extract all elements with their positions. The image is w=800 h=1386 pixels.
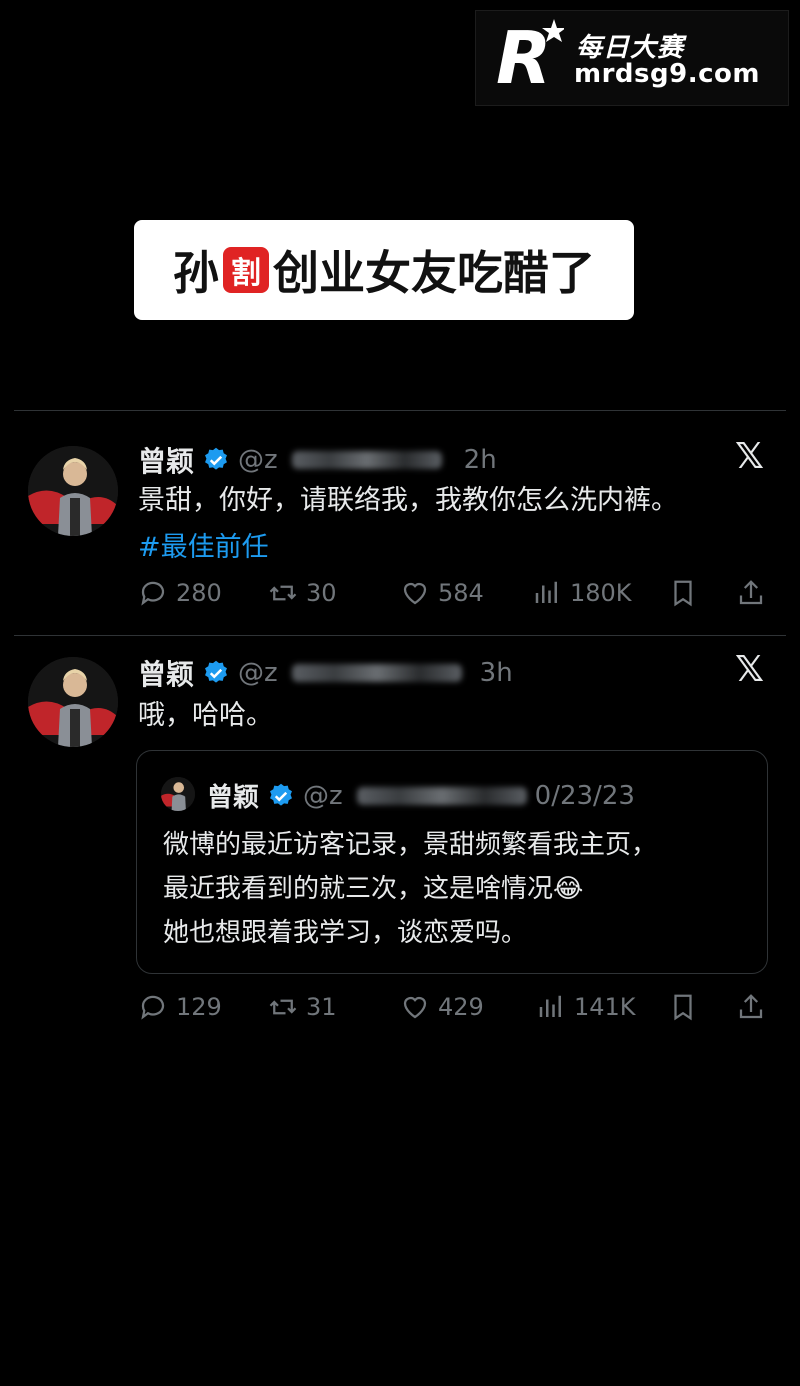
like-count: 429 xyxy=(438,993,484,1021)
quoted-avatar xyxy=(161,777,195,811)
retweet-count: 30 xyxy=(306,579,337,607)
reply-count: 280 xyxy=(176,579,222,607)
handle-redacted xyxy=(291,451,442,469)
quoted-line-2: 最近我看到的就三次，这是啥情况😂 xyxy=(163,874,584,904)
banner-left: 孙 xyxy=(173,246,219,300)
quoted-tweet[interactable]: 曾颖 @z 0/23/23 微博的最近访客记录，景甜频繁看我主页， 最近我看到的… xyxy=(136,750,768,974)
retweet-icon xyxy=(269,999,297,1015)
handle-redacted xyxy=(356,786,527,805)
banner-right: 创业女友吃醋了 xyxy=(273,246,595,300)
hashtag-link[interactable]: #最佳前任 xyxy=(138,525,269,564)
views-icon xyxy=(535,581,557,603)
reply-button[interactable]: 129 xyxy=(138,992,222,1022)
share-button[interactable] xyxy=(736,992,766,1022)
bookmark-icon xyxy=(674,580,692,607)
share-icon xyxy=(739,994,763,1019)
views-count: 141K xyxy=(574,993,636,1021)
quoted-date: 0/23/23 xyxy=(534,780,635,811)
watermark: R 每日大赛 mrdsg9.com xyxy=(475,10,789,106)
banner-censor-badge: 割 xyxy=(223,247,269,293)
x-logo-icon[interactable]: 𝕏 xyxy=(735,436,764,477)
verified-icon xyxy=(270,783,292,806)
retweet-count: 31 xyxy=(306,993,337,1021)
x-logo-icon[interactable]: 𝕏 xyxy=(735,649,764,690)
retweet-button[interactable]: 30 xyxy=(268,578,337,608)
title-banner: 孙 割 创业女友吃醋了 xyxy=(134,220,634,320)
share-button[interactable] xyxy=(736,578,766,608)
svg-text:R: R xyxy=(496,16,551,95)
author-handle[interactable]: @z xyxy=(238,658,278,688)
bookmark-button[interactable] xyxy=(668,578,698,608)
share-icon xyxy=(739,580,763,605)
watermark-url: mrdsg9.com xyxy=(574,59,760,89)
reply-count: 129 xyxy=(176,993,222,1021)
reply-icon xyxy=(141,995,165,1020)
like-count: 584 xyxy=(438,579,484,607)
tweet-time[interactable]: 3h xyxy=(480,658,513,688)
quoted-line-3: 她也想跟着我学习，谈恋爱吗。 xyxy=(163,918,528,948)
avatar-image xyxy=(28,657,118,747)
author-name[interactable]: 曾颖 xyxy=(138,653,194,693)
views-count: 180K xyxy=(570,579,632,607)
verified-icon xyxy=(205,660,227,683)
views-icon xyxy=(539,995,561,1017)
author-handle[interactable]: @z xyxy=(238,445,278,475)
like-button[interactable]: 429 xyxy=(400,992,484,1022)
retweet-button[interactable]: 31 xyxy=(268,992,337,1022)
tweet-1[interactable]: 曾颖 @z 2h 𝕏 景甜，你好，请联络我，我教你怎么洗内裤。 #最佳前任 28… xyxy=(0,410,800,635)
tweet-text: 哦，哈哈。 xyxy=(138,700,273,731)
retweet-icon xyxy=(269,585,297,601)
bookmark-button[interactable] xyxy=(668,992,698,1022)
avatar[interactable] xyxy=(28,446,118,536)
avatar-image xyxy=(28,446,118,536)
quoted-author-name: 曾颖 xyxy=(207,783,260,813)
bookmark-icon xyxy=(674,994,692,1021)
like-icon xyxy=(403,996,427,1019)
like-button[interactable]: 584 xyxy=(400,578,484,608)
tweet-time[interactable]: 2h xyxy=(464,445,497,475)
views-button[interactable]: 180K xyxy=(532,578,632,608)
brand-r-logo-icon: R xyxy=(496,16,564,95)
quoted-line-1: 微博的最近访客记录，景甜频繁看我主页， xyxy=(163,830,658,860)
avatar-image xyxy=(161,777,195,811)
handle-redacted xyxy=(291,664,462,682)
views-button[interactable]: 141K xyxy=(536,992,636,1022)
verified-icon xyxy=(205,447,227,470)
avatar[interactable] xyxy=(28,657,118,747)
quoted-author-handle: @z xyxy=(303,780,343,811)
author-name[interactable]: 曾颖 xyxy=(138,440,194,480)
reply-button[interactable]: 280 xyxy=(138,578,222,608)
like-icon xyxy=(403,582,427,605)
tweet-text: 景甜，你好，请联络我，我教你怎么洗内裤。 xyxy=(138,485,678,516)
reply-icon xyxy=(141,581,165,606)
